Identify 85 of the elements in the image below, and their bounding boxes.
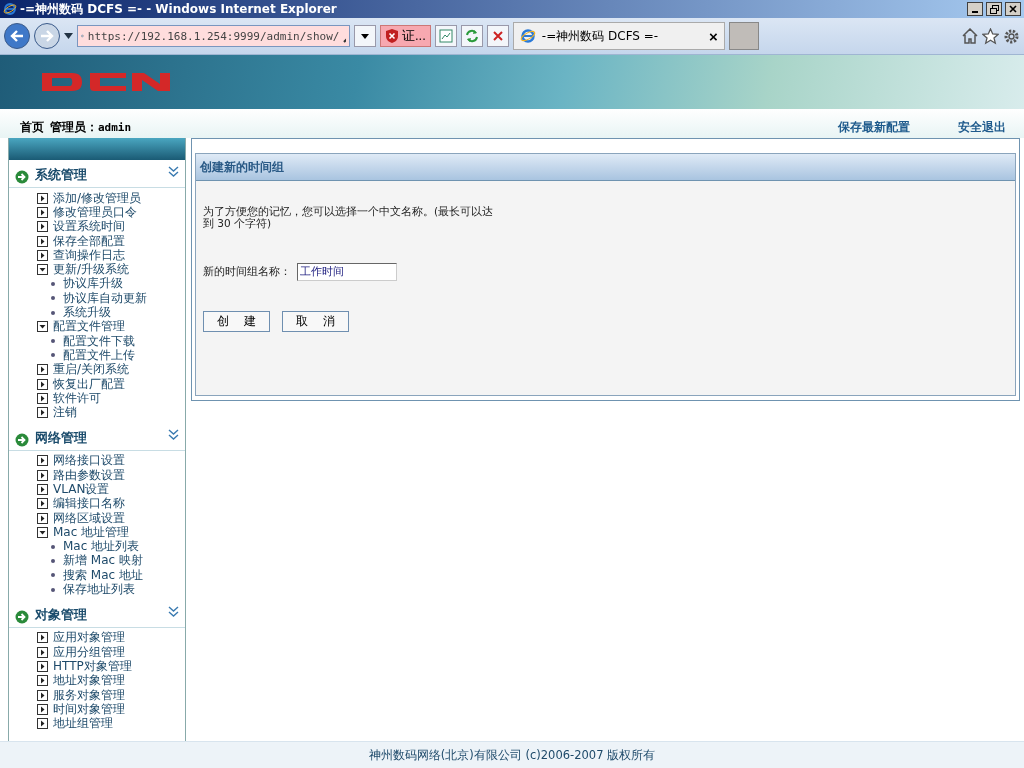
minimize-button[interactable] (967, 2, 983, 16)
create-button[interactable]: 创 建 (203, 311, 270, 332)
expand-icon[interactable] (37, 455, 48, 467)
bullet-icon (51, 587, 55, 592)
dropdown-caret-icon[interactable] (64, 33, 73, 39)
arrow-circle-icon (15, 170, 29, 184)
description-text: 为了方便您的记忆，您可以选择一个中文名称。(最长可以达到 30 个字符) (203, 205, 495, 229)
expand-icon[interactable] (37, 235, 48, 247)
certificate-error-button[interactable]: 证... (380, 25, 431, 47)
header-link[interactable]: 保存最新配置 (838, 119, 910, 136)
address-field[interactable]: https://192.168.1.254:9999/admin/show/ (77, 25, 350, 47)
expand-icon[interactable] (37, 407, 48, 419)
expand-icon[interactable] (37, 718, 48, 730)
back-button[interactable] (4, 23, 30, 49)
stop-icon (491, 30, 504, 42)
back-arrow-icon (10, 30, 24, 42)
home-link[interactable]: 首页 (20, 119, 44, 136)
arrow-circle-icon (15, 609, 29, 624)
submenu-item[interactable]: 保存地址列表 (63, 581, 135, 599)
collapse-icon[interactable] (37, 526, 48, 538)
star-icon[interactable] (982, 27, 999, 45)
section-header[interactable]: 网络管理 (9, 422, 185, 451)
menu-item[interactable]: 地址组管理 (53, 715, 113, 733)
expand-icon[interactable] (37, 512, 48, 524)
dropdown-button[interactable] (354, 25, 376, 47)
refresh-button[interactable] (460, 25, 483, 47)
caret-icon (361, 33, 369, 39)
copyright-text: 神州数码网络(北京)有限公司 (c)2006-2007 版权所有 (368, 747, 656, 763)
compatibility-view-button[interactable] (434, 25, 457, 47)
cancel-button[interactable]: 取 消 (282, 311, 349, 332)
expand-icon[interactable] (37, 364, 48, 376)
section-header[interactable]: 对象管理 (9, 599, 185, 628)
close-button[interactable] (1005, 2, 1021, 16)
bullet-icon (51, 353, 55, 358)
bullet-icon (51, 544, 55, 549)
expand-icon[interactable] (37, 484, 48, 495)
forward-arrow-icon (40, 30, 54, 42)
double-chevron-icon[interactable] (168, 428, 179, 440)
arrow-circle-icon (15, 432, 29, 447)
page-icon (438, 29, 453, 43)
browser-tab[interactable]: -=神州数码 DCFS =- × (512, 22, 725, 50)
bullet-icon (51, 339, 55, 344)
expand-icon[interactable] (37, 469, 48, 481)
tab-close-button[interactable]: × (709, 27, 718, 45)
expand-icon[interactable] (37, 392, 48, 404)
new-tab-button[interactable] (728, 22, 759, 50)
expand-icon[interactable] (37, 249, 48, 261)
refresh-icon (464, 29, 479, 43)
restore-icon (989, 4, 999, 14)
bullet-icon (51, 296, 55, 301)
bullet-icon (51, 281, 55, 286)
name-input-field[interactable]: 工作时间 (297, 263, 397, 281)
bullet-icon (51, 573, 55, 578)
expand-icon[interactable] (37, 703, 48, 715)
collapse-icon[interactable] (37, 264, 48, 276)
settings-icon[interactable] (1003, 27, 1020, 45)
bullet-icon (51, 310, 55, 315)
section-header[interactable]: 系统管理 (9, 160, 185, 188)
bullet-icon (51, 558, 55, 563)
admin-label: 管理员：admin (50, 119, 132, 136)
expand-icon[interactable] (37, 632, 48, 644)
expand-icon[interactable] (37, 498, 48, 510)
expand-icon[interactable] (37, 221, 48, 233)
double-chevron-icon[interactable] (168, 166, 179, 177)
expand-icon[interactable] (37, 675, 48, 687)
collapse-icon[interactable] (37, 321, 48, 333)
expand-icon[interactable] (37, 206, 48, 218)
close-icon (1009, 5, 1017, 13)
home-icon[interactable] (962, 28, 978, 44)
expand-icon[interactable] (37, 689, 48, 701)
panel-title: 创建新的时间组 (196, 154, 1015, 181)
expand-icon[interactable] (37, 192, 48, 204)
error-shield-icon (385, 29, 399, 43)
forward-button[interactable] (34, 23, 60, 49)
field-label: 新的时间组名称： (203, 265, 291, 279)
stop-button[interactable] (486, 25, 509, 47)
double-chevron-icon[interactable] (168, 605, 179, 617)
menu-item[interactable]: VLAN设置 (53, 481, 110, 498)
header-link[interactable]: 安全退出 (958, 119, 1006, 136)
restore-button[interactable] (986, 2, 1002, 16)
expand-icon[interactable] (37, 378, 48, 390)
expand-icon[interactable] (37, 646, 48, 658)
menu-item[interactable]: 注销 (53, 404, 77, 422)
expand-icon[interactable] (37, 660, 48, 672)
window-title: -=神州数码 DCFS =- - Windows Internet Explorer (20, 0, 338, 18)
